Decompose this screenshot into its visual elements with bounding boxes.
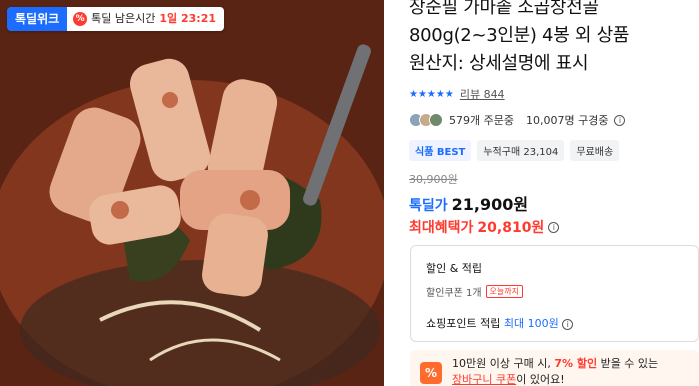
promo-text: 10만원 이상 구매 시, 7% 할인 받을 수 있는 장바구니 쿠폰이 있어요… — [452, 356, 659, 386]
timer-value: 1일 23:21 — [159, 12, 217, 25]
tag-cumulative-purchases: 누적구매 23,104 — [477, 140, 565, 161]
buyer-activity: 579개 주문중 10,007명 구경중 i — [409, 112, 699, 128]
deal-price: 21,900원 — [451, 195, 529, 214]
percent-icon: % — [420, 362, 442, 384]
rating-row: ★★★★★ 리뷰 844 — [409, 86, 699, 102]
product-tags: 식품 BEST 누적구매 23,104 무료배송 — [409, 140, 699, 161]
promo-line2-suffix: 이 있어요! — [516, 373, 565, 386]
info-icon[interactable]: i — [562, 319, 574, 330]
info-icon[interactable]: i — [614, 114, 626, 126]
promo-discount: 7% 할인 — [554, 357, 598, 370]
promo-prefix: 10만원 이상 구매 시, — [452, 357, 555, 370]
deal-timer: % 톡딜 남은시간 1일 23:21 — [67, 7, 225, 31]
food-illustration — [0, 0, 384, 386]
tag-free-shipping: 무료배송 — [570, 140, 620, 161]
title-line: 원산지: 상세설명에 표시 — [409, 53, 589, 74]
percent-icon: % — [73, 12, 88, 26]
benefits-box: 할인 & 적립 할인쿠폰 1개 오늘까지 쇼핑포인트 적립 최대 100원 i — [410, 245, 699, 342]
points-value: 최대 100원 — [503, 317, 559, 330]
original-price: 30,900원 — [409, 173, 458, 186]
title-line: 장순필 가마솥 소곱창전골 — [409, 0, 599, 18]
talkdeal-week-badge: 톡딜위크 — [7, 7, 68, 31]
tag-food-best[interactable]: 식품 BEST — [409, 140, 472, 161]
today-only-chip: 오늘까지 — [485, 285, 523, 298]
points-row: 쇼핑포인트 적립 최대 100원 i — [426, 315, 683, 331]
viewer-count: 10,007명 구경중 — [525, 114, 609, 127]
max-benefit-price: 20,810원 — [477, 220, 545, 236]
star-rating-icon: ★★★★★ — [409, 88, 454, 100]
promo-suffix: 받을 수 있는 — [597, 357, 659, 370]
benefits-title: 할인 & 적립 — [426, 262, 483, 275]
product-photo[interactable]: 톡딜위크 % 톡딜 남은시간 1일 23:21 — [0, 0, 384, 386]
deal-badge: 톡딜위크 % 톡딜 남은시간 1일 23:21 — [7, 7, 225, 31]
coupon-text: 할인쿠폰 1개 — [426, 288, 482, 299]
product-info-panel: 장순필 가마솥 소곱창전골 800g(2~3인분) 4봉 외 상품 원산지: 상… — [409, 0, 699, 386]
max-benefit-label: 최대혜택가 — [409, 220, 474, 236]
review-count-link[interactable]: 리뷰 844 — [460, 86, 505, 102]
deal-price-row: 톡딜가 21,900원 — [409, 191, 699, 215]
cart-coupon-promo[interactable]: % 10만원 이상 구매 시, 7% 할인 받을 수 있는 장바구니 쿠폰이 있… — [410, 350, 699, 386]
order-count: 579개 주문중 — [449, 114, 514, 127]
buyer-avatars — [409, 113, 443, 127]
title-line: 800g(2~3인분) 4봉 외 상품 — [409, 25, 630, 46]
deal-price-label: 톡딜가 — [409, 198, 448, 214]
info-icon[interactable]: i — [548, 221, 560, 233]
product-title: 장순필 가마솥 소곱창전골 800g(2~3인분) 4봉 외 상품 원산지: 상… — [409, 0, 699, 78]
cart-coupon-link[interactable]: 장바구니 쿠폰 — [452, 373, 516, 386]
avatar — [429, 113, 443, 127]
points-label: 쇼핑포인트 적립 — [426, 317, 501, 330]
max-benefit-row: 최대혜택가 20,810원 i — [409, 217, 699, 237]
coupon-row[interactable]: 할인쿠폰 1개 오늘까지 — [426, 284, 683, 299]
timer-label: 톡딜 남은시간 — [91, 12, 156, 25]
